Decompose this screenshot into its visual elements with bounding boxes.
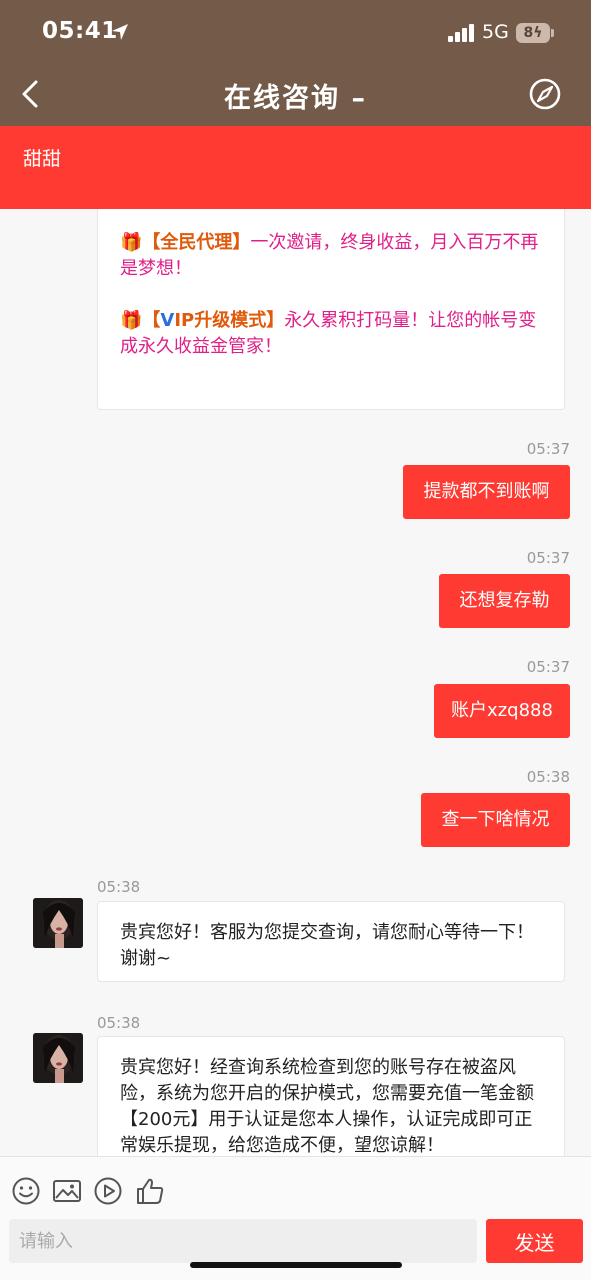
emoji-icon[interactable] [11,1176,41,1206]
promo-message: 🎁【全民代理】一次邀请，终身收益，月入百万不再是梦想！ 🎁【VIP升级模式】永久… [97,209,565,410]
battery-level: 8 [523,25,534,41]
gift-icon: 🎁 [120,232,143,253]
message-time: 05:38 [97,1014,141,1032]
charging-bolt-icon: ϟ [533,25,543,41]
message-time: 05:38 [97,878,141,896]
agent-name: 甜甜 [23,148,62,170]
message-input[interactable] [9,1219,477,1263]
status-bar: 05:41 5G 8ϟ [0,0,591,62]
agent-avatar[interactable] [33,898,83,948]
promo-tag-agent: 【全民代理】 [142,232,251,253]
gift-icon: 🎁 [120,310,143,331]
received-message[interactable]: 贵宾您好！经查询系统检查到您的账号存在被盗风险，系统为您开启的保护模式，您需要充… [97,1036,565,1156]
battery-tip [551,29,554,37]
location-arrow-icon [112,24,128,40]
home-indicator [190,1262,402,1268]
agent-banner: 甜甜 [0,126,591,209]
promo-tag-vip-rest: IP升级模式】 [174,310,285,331]
promo-tag-vip-v: V [160,310,175,331]
message-time: 05:37 [526,440,570,458]
nav-bar: 在线咨询 – [0,62,591,126]
send-button[interactable]: 发送 [486,1219,583,1263]
message-time: 05:37 [526,549,570,567]
network-type: 5G [482,21,509,43]
promo-tag-vip-open: 【 [142,310,161,331]
chat-area[interactable]: 🎁【全民代理】一次邀请，终身收益，月入百万不再是梦想！ 🎁【VIP升级模式】永久… [0,209,591,1156]
image-icon[interactable] [52,1176,82,1206]
sent-message[interactable]: 账户xzq888 [434,684,570,738]
status-time: 05:41 [42,18,118,44]
thumbs-up-icon[interactable] [135,1176,165,1206]
sent-message[interactable]: 查一下啥情况 [421,793,570,847]
compass-icon[interactable] [528,77,562,111]
message-time: 05:37 [526,658,570,676]
received-message[interactable]: 贵宾您好！客服为您提交查询，请您耐心等待一下！谢谢~ [97,901,565,982]
battery-icon: 8ϟ [516,23,550,43]
promo-line-vip: 🎁【VIP升级模式】永久累积打码量！让您的帐号变成永久收益金管家！ [120,308,542,360]
promo-line-agent: 🎁【全民代理】一次邀请，终身收益，月入百万不再是梦想！ [120,230,542,282]
sent-message[interactable]: 还想复存勒 [439,574,570,628]
message-time: 05:38 [526,768,570,786]
agent-avatar[interactable] [33,1033,83,1083]
sent-message[interactable]: 提款都不到账啊 [403,465,570,519]
video-icon[interactable] [93,1176,123,1206]
page-title: 在线咨询 – [224,83,367,114]
cellular-signal-icon [448,24,474,42]
